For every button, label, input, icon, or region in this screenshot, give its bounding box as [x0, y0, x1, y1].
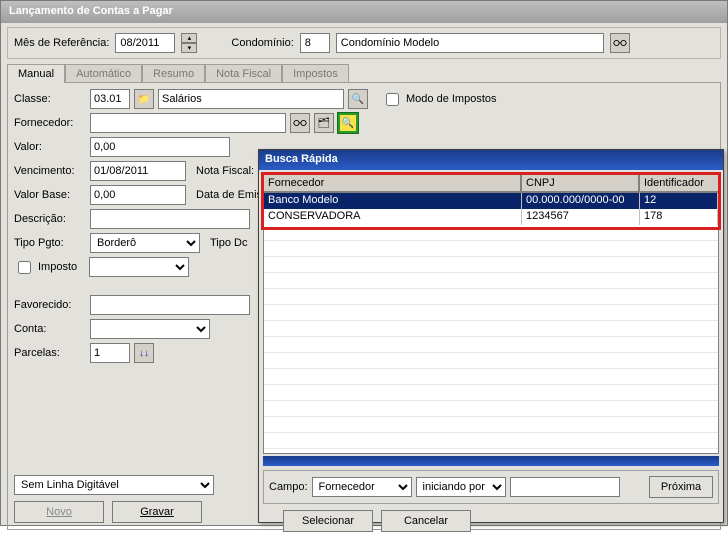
descricao-input[interactable] [90, 209, 250, 229]
classe-desc-input[interactable] [158, 89, 344, 109]
conta-label: Conta: [14, 323, 86, 335]
tab-resumo[interactable]: Resumo [142, 64, 205, 83]
cell-fornecedor: Banco Modelo [264, 193, 522, 209]
binoculars-icon[interactable] [610, 33, 630, 53]
descricao-label: Descrição: [14, 213, 86, 225]
card-icon[interactable]: 🗂 [314, 113, 334, 133]
conta-select[interactable] [90, 319, 210, 339]
cell-cnpj: 00.000.000/0000-00 [522, 193, 640, 209]
spinner-down-icon[interactable]: ▾ [181, 43, 197, 53]
cell-ident: 12 [640, 193, 718, 209]
campo-select[interactable]: Fornecedor [312, 477, 412, 497]
tab-impostos[interactable]: Impostos [282, 64, 349, 83]
modo-impostos-checkbox[interactable] [386, 93, 399, 106]
data-emissao-label: Data de Emis [196, 189, 262, 201]
search-criteria-bar: Campo: Fornecedor iniciando por Próxima [263, 470, 719, 504]
valor-label: Valor: [14, 141, 86, 153]
magnifier-icon[interactable]: 🔍 [348, 89, 368, 109]
proxima-button[interactable]: Próxima [649, 476, 713, 498]
tipo-pgto-select[interactable]: Borderô [90, 233, 200, 253]
cell-fornecedor: CONSERVADORA [264, 209, 522, 225]
vencimento-input[interactable] [90, 161, 186, 181]
classe-label: Classe: [14, 93, 86, 105]
tab-automatico[interactable]: Automático [65, 64, 142, 83]
cancelar-button[interactable]: Cancelar [381, 510, 471, 532]
imposto-select[interactable] [89, 257, 189, 277]
window-title: Lançamento de Contas a Pagar [1, 1, 727, 23]
favorecido-label: Favorecido: [14, 299, 86, 311]
grid-row[interactable]: Banco Modelo 00.000.000/0000-00 12 [264, 193, 718, 209]
search-highlight-icon[interactable]: 🔍 [338, 113, 358, 133]
tab-bar: Manual Automático Resumo Nota Fiscal Imp… [7, 63, 721, 82]
busca-rapida-dialog: Busca Rápida Fornecedor CNPJ Identificad… [258, 149, 724, 523]
gravar-button[interactable]: Gravar [112, 501, 202, 523]
nota-fiscal-label: Nota Fiscal: [196, 165, 254, 177]
search-text-input[interactable] [510, 477, 620, 497]
favorecido-input[interactable] [90, 295, 250, 315]
valor-base-label: Valor Base: [14, 189, 86, 201]
mes-ref-label: Mês de Referência: [14, 37, 109, 49]
fornecedor-input[interactable] [90, 113, 286, 133]
parcelas-label: Parcelas: [14, 347, 86, 359]
campo-label: Campo: [269, 481, 308, 493]
col-identificador[interactable]: Identificador [639, 174, 719, 192]
tab-nota-fiscal[interactable]: Nota Fiscal [205, 64, 282, 83]
modo-impostos-label: Modo de Impostos [406, 93, 497, 105]
imposto-checkbox[interactable] [18, 261, 31, 274]
classe-code-input[interactable] [90, 89, 130, 109]
grid-row[interactable]: CONSERVADORA 1234567 178 [264, 209, 718, 225]
fornecedor-label: Fornecedor: [14, 117, 86, 129]
tab-manual[interactable]: Manual [7, 64, 65, 83]
modo-select[interactable]: iniciando por [416, 477, 506, 497]
reference-bar: Mês de Referência: ▴ ▾ Condomínio: [7, 27, 721, 59]
selecionar-button[interactable]: Selecionar [283, 510, 373, 532]
mes-ref-spinner[interactable]: ▴ ▾ [181, 33, 197, 53]
folder-icon[interactable]: 📁 [134, 89, 154, 109]
novo-button[interactable]: Novo [14, 501, 104, 523]
condominio-name-input[interactable] [336, 33, 604, 53]
imposto-label: Imposto [38, 261, 77, 273]
col-fornecedor[interactable]: Fornecedor [263, 174, 521, 192]
vencimento-label: Vencimento: [14, 165, 86, 177]
tipo-pgto-label: Tipo Pgto: [14, 237, 86, 249]
cell-cnpj: 1234567 [522, 209, 640, 225]
spinner-up-icon[interactable]: ▴ [181, 33, 197, 43]
cell-ident: 178 [640, 209, 718, 225]
tipo-doc-label: Tipo Dc [210, 237, 248, 249]
mes-ref-input[interactable] [115, 33, 175, 53]
condominio-label: Condomínio: [231, 37, 293, 49]
parcelas-input[interactable] [90, 343, 130, 363]
popup-separator [263, 456, 719, 466]
binoculars-icon[interactable] [290, 113, 310, 133]
col-cnpj[interactable]: CNPJ [521, 174, 639, 192]
double-arrow-down-icon[interactable]: ↓↓ [134, 343, 154, 363]
linha-digitavel-select[interactable]: Sem Linha Digitável [14, 475, 214, 495]
condominio-code-input[interactable] [300, 33, 330, 53]
popup-title: Busca Rápida [259, 150, 723, 170]
valor-input[interactable] [90, 137, 230, 157]
results-grid: Fornecedor CNPJ Identificador Banco Mode… [263, 174, 719, 454]
main-window: Lançamento de Contas a Pagar Mês de Refe… [0, 0, 728, 526]
valor-base-input[interactable] [90, 185, 186, 205]
